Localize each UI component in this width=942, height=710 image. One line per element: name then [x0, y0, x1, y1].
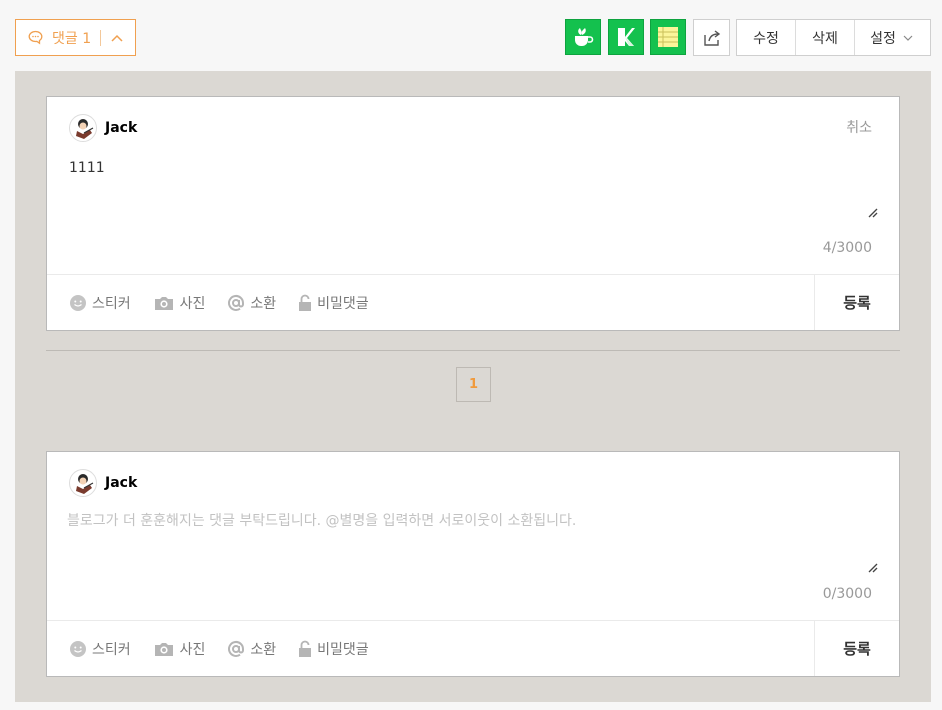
- comment-toolbar: 스티커 사진 소환 비밀댓글 등록: [47, 620, 899, 676]
- memo-share-button[interactable]: [650, 19, 686, 55]
- tool-label: 비밀댓글: [317, 295, 369, 312]
- settings-button[interactable]: 설정: [855, 20, 930, 55]
- tool-label: 사진: [179, 295, 206, 312]
- submit-button[interactable]: 등록: [814, 621, 899, 676]
- at-sign-icon: [228, 640, 245, 657]
- sticker-button[interactable]: 스티커: [69, 293, 131, 313]
- settings-label: 설정: [870, 30, 896, 47]
- cafe-share-button[interactable]: [565, 19, 601, 55]
- camera-icon: [154, 296, 173, 310]
- share-icon: [703, 29, 720, 46]
- page-number-button[interactable]: 1: [456, 367, 491, 402]
- tool-label: 소환: [250, 295, 277, 312]
- delete-button[interactable]: 삭제: [796, 20, 855, 55]
- comment-toggle-button[interactable]: 댓글 1: [15, 19, 136, 56]
- lock-icon: [299, 294, 312, 311]
- comment-author: Jack: [69, 469, 137, 497]
- tool-label: 스티커: [92, 641, 131, 658]
- chevron-down-icon: [903, 35, 913, 41]
- photo-button[interactable]: 사진: [153, 639, 206, 659]
- new-comment-editor: Jack 블로그가 더 훈훈해지는 댓글 부탁드립니다. @별명을 입력하면 서…: [46, 451, 900, 677]
- note-k-icon: [618, 28, 635, 46]
- tool-label: 사진: [179, 641, 206, 658]
- resize-handle-icon[interactable]: [867, 207, 879, 219]
- share-button[interactable]: [693, 19, 730, 56]
- memo-icon: [658, 27, 678, 47]
- post-actions-group: 수정 삭제 설정: [736, 19, 931, 56]
- sticker-button[interactable]: 스티커: [69, 639, 131, 659]
- cancel-button[interactable]: 취소: [846, 117, 872, 137]
- divider: [100, 29, 102, 46]
- char-counter: 4/3000: [822, 240, 872, 256]
- tool-label: 스티커: [92, 295, 131, 312]
- speech-bubble-icon: [28, 30, 43, 45]
- camera-icon: [154, 642, 173, 656]
- char-counter: 0/3000: [822, 586, 872, 602]
- comment-count-label: 댓글 1: [52, 30, 92, 47]
- secret-comment-toggle[interactable]: 비밀댓글: [298, 639, 369, 659]
- author-nickname: Jack: [105, 475, 138, 491]
- edit-button[interactable]: 수정: [737, 20, 796, 55]
- tool-label: 비밀댓글: [317, 641, 369, 658]
- photo-button[interactable]: 사진: [153, 293, 206, 313]
- avatar: [69, 469, 97, 497]
- comment-input[interactable]: 1111: [69, 160, 105, 176]
- lock-icon: [299, 640, 312, 657]
- tool-label: 소환: [250, 641, 277, 658]
- mention-button[interactable]: 소환: [227, 293, 276, 313]
- resize-handle-icon[interactable]: [867, 562, 879, 574]
- submit-button[interactable]: 등록: [814, 275, 899, 330]
- secret-comment-toggle[interactable]: 비밀댓글: [298, 293, 369, 313]
- smile-icon: [70, 640, 86, 657]
- chevron-up-icon: [111, 34, 123, 42]
- mention-button[interactable]: 소환: [227, 639, 276, 659]
- comment-author: Jack: [69, 114, 137, 142]
- cafe-icon: [575, 28, 594, 46]
- comment-editor: Jack 취소 1111 4/3000 스티커 사진 소환 비밀댓글 등록: [46, 96, 900, 331]
- comment-input[interactable]: 블로그가 더 훈훈해지는 댓글 부탁드립니다. @별명을 입력하면 서로이웃이 …: [67, 510, 576, 530]
- smile-icon: [70, 294, 86, 311]
- note-share-button[interactable]: [608, 19, 644, 55]
- section-divider: [46, 350, 900, 351]
- author-nickname: Jack: [105, 120, 138, 136]
- avatar: [69, 114, 97, 142]
- at-sign-icon: [228, 294, 245, 311]
- comment-toolbar: 스티커 사진 소환 비밀댓글 등록: [47, 274, 899, 330]
